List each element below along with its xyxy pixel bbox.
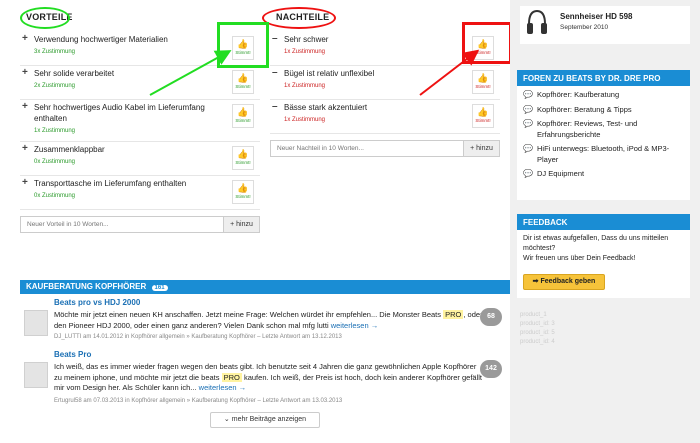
chat-icon: 💬 [523, 144, 533, 153]
ghost-text: product_1 [520, 312, 547, 318]
chat-icon: 💬 [523, 119, 533, 128]
forum-link[interactable]: 💬 HiFi unterwegs: Bluetooth, iPod & MP3-P… [523, 144, 684, 165]
thread-count-badge: 161 [151, 285, 168, 291]
headphones-icon [527, 9, 547, 34]
reply-count-bubble: 142 [480, 360, 502, 378]
forums-title: FOREN ZU BEATS BY DR. DRE PRO [517, 70, 690, 86]
chevron-down-icon: ⌄ [223, 416, 230, 423]
read-more-link[interactable]: weiterlesen → [199, 383, 247, 392]
forums-box: FOREN ZU BEATS BY DR. DRE PRO 💬 Kopfhörer… [517, 70, 690, 200]
avatar [24, 310, 48, 336]
annotation-arrows [149, 49, 480, 96]
thread-excerpt: Möchte mir jetzt einen neuen KH anschaff… [54, 310, 483, 330]
forum-link[interactable]: 💬 DJ Equipment [523, 169, 684, 180]
thread-meta: DJ_LUTTI am 14.01.2012 in Kopfhörer allg… [54, 334, 342, 340]
thread-meta: Ertugrul58 am 07.03.2013 in Kopfhörer al… [54, 398, 343, 404]
feedback-title: FEEDBACK [517, 214, 690, 230]
feedback-button[interactable]: ➡ Feedback geben [523, 274, 605, 290]
ghost-text: product_id: 3 [520, 321, 555, 327]
read-more-link[interactable]: weiterlesen → [331, 321, 379, 330]
feedback-box: FEEDBACK Dir ist etwas aufgefallen, Dass… [517, 214, 690, 298]
thread-excerpt: Ich weiß, das es immer wieder fragen weg… [54, 362, 483, 392]
kaufberatung-title: KAUFBERATUNG KOPFHÖRER [26, 282, 147, 291]
forum-link[interactable]: 💬 Kopfhörer: Kaufberatung [523, 90, 684, 101]
related-product[interactable]: Sennheiser HD 598 September 2010 [520, 6, 690, 44]
ghost-text: product_id: 4 [520, 339, 555, 345]
thread-title[interactable]: Beats Pro [54, 350, 91, 359]
show-more-button[interactable]: ⌄ mehr Beiträge anzeigen [210, 412, 320, 428]
kaufberatung-header: KAUFBERATUNG KOPFHÖRER 161 [20, 280, 510, 294]
chat-icon: 💬 [523, 169, 533, 178]
main-content: VORTEILE + Verwendung hochwertiger Mater… [0, 0, 512, 443]
thread-item: Beats pro vs HDJ 2000 Möchte mir jetzt e… [20, 296, 510, 346]
ghost-text: product_id: 5 [520, 330, 555, 336]
product-date: September 2010 [560, 24, 609, 31]
forum-link[interactable]: 💬 Kopfhörer: Reviews, Test- und Erfahrung… [523, 119, 684, 140]
forum-list: 💬 Kopfhörer: Kaufberatung 💬 Kopfhörer: Ber… [517, 86, 690, 188]
reply-count-bubble: 68 [480, 308, 502, 326]
forum-link[interactable]: 💬 Kopfhörer: Beratung & Tipps [523, 105, 684, 116]
chat-icon: 💬 [523, 104, 533, 114]
product-name: Sennheiser HD 598 [560, 12, 633, 21]
thread-item: Beats Pro Ich weiß, das es immer wieder … [20, 348, 510, 410]
chat-icon: 💬 [523, 90, 533, 99]
avatar [24, 362, 48, 388]
feedback-text: Dir ist etwas aufgefallen, Dass du uns m… [523, 235, 669, 262]
thread-title[interactable]: Beats pro vs HDJ 2000 [54, 298, 140, 307]
arrow-right-icon: ➡ [532, 278, 539, 285]
